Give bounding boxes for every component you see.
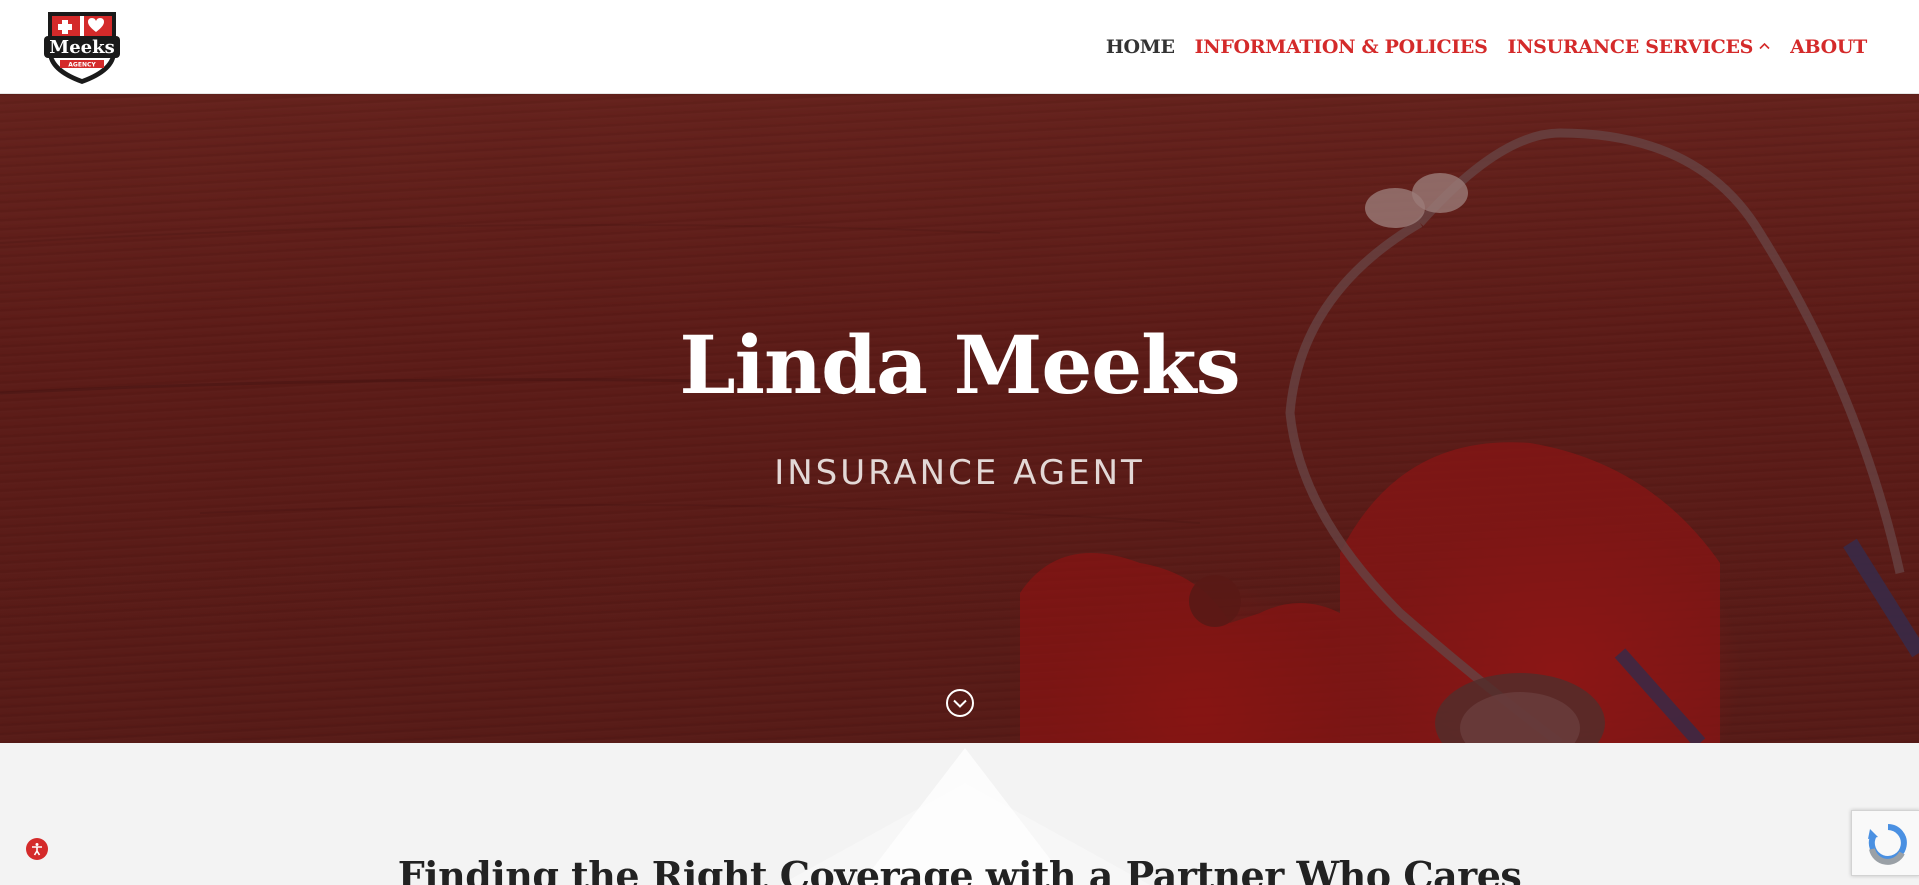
chevron-down-circle-icon	[946, 689, 974, 717]
logo-shield-icon: Meeks AGENCY	[44, 12, 120, 84]
logo-text: Meeks	[49, 37, 114, 58]
section-heading: Finding the Right Coverage with a Partne…	[397, 853, 1522, 885]
main-nav: HOME INFORMATION & POLICIES INSURANCE SE…	[1096, 0, 1877, 93]
site-header: Meeks AGENCY HOME INFORMATION & POLICIES…	[0, 0, 1919, 94]
chevron-up-icon	[1759, 39, 1770, 54]
hero-overlay	[0, 93, 1919, 743]
logo-subtext: AGENCY	[68, 62, 96, 69]
nav-item-label: INFORMATION & POLICIES	[1194, 35, 1488, 58]
recaptcha-icon	[1868, 824, 1907, 865]
recaptcha-badge[interactable]	[1851, 810, 1919, 876]
scroll-down-button[interactable]	[945, 688, 975, 718]
nav-item-insurance-services[interactable]: INSURANCE SERVICES	[1498, 36, 1781, 58]
nav-item-information-policies[interactable]: INFORMATION & POLICIES	[1185, 36, 1498, 58]
nav-item-about[interactable]: ABOUT	[1780, 36, 1877, 58]
nav-item-label: HOME	[1105, 35, 1175, 58]
hero-banner: Linda Meeks INSURANCE AGENT	[0, 93, 1919, 743]
intro-section: Finding the Right Coverage with a Partne…	[0, 743, 1919, 885]
hero-subtitle: INSURANCE AGENT	[774, 453, 1145, 493]
accessibility-button[interactable]	[26, 838, 48, 860]
nav-item-label: INSURANCE SERVICES	[1507, 35, 1754, 58]
logo[interactable]: Meeks AGENCY	[40, 6, 124, 86]
hero-title: Linda Meeks	[679, 318, 1240, 412]
nav-item-label: ABOUT	[1790, 35, 1867, 58]
nav-item-home[interactable]: HOME	[1096, 36, 1185, 58]
accessibility-icon	[32, 843, 42, 856]
